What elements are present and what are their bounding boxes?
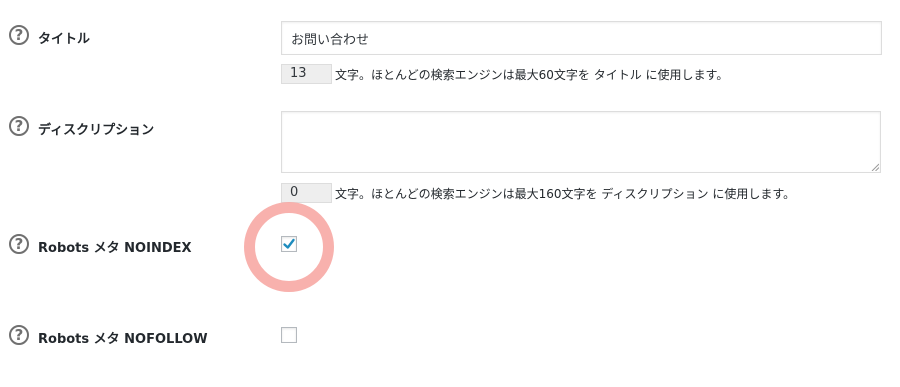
title-label: タイトル bbox=[38, 32, 91, 47]
description-counter: 0 文字。ほとんどの検索エンジンは最大160文字を ディスクリプション に使用し… bbox=[281, 183, 795, 203]
help-icon[interactable]: ? bbox=[9, 25, 29, 45]
description-count-hint: 文字。ほとんどの検索エンジンは最大160文字を ディスクリプション に使用します… bbox=[335, 186, 796, 201]
title-count-hint: 文字。ほとんどの検索エンジンは最大60文字を タイトル に使用します。 bbox=[335, 67, 729, 82]
title-counter: 13 文字。ほとんどの検索エンジンは最大60文字を タイトル に使用します。 bbox=[281, 64, 728, 84]
resize-handle-icon[interactable] bbox=[871, 163, 879, 171]
nofollow-checkbox[interactable] bbox=[281, 327, 297, 343]
noindex-checkbox[interactable] bbox=[281, 236, 297, 252]
help-icon[interactable]: ? bbox=[9, 325, 29, 345]
title-char-count: 13 bbox=[281, 64, 332, 84]
checkmark-icon bbox=[283, 238, 295, 249]
title-input[interactable] bbox=[281, 21, 882, 55]
noindex-label: Robots メタ NOINDEX bbox=[38, 241, 192, 256]
nofollow-label: Robots メタ NOFOLLOW bbox=[38, 332, 208, 347]
help-icon[interactable]: ? bbox=[9, 234, 29, 254]
description-textarea[interactable] bbox=[281, 111, 881, 173]
help-icon[interactable]: ? bbox=[9, 116, 29, 136]
description-char-count: 0 bbox=[281, 183, 332, 203]
description-label: ディスクリプション bbox=[38, 123, 155, 138]
